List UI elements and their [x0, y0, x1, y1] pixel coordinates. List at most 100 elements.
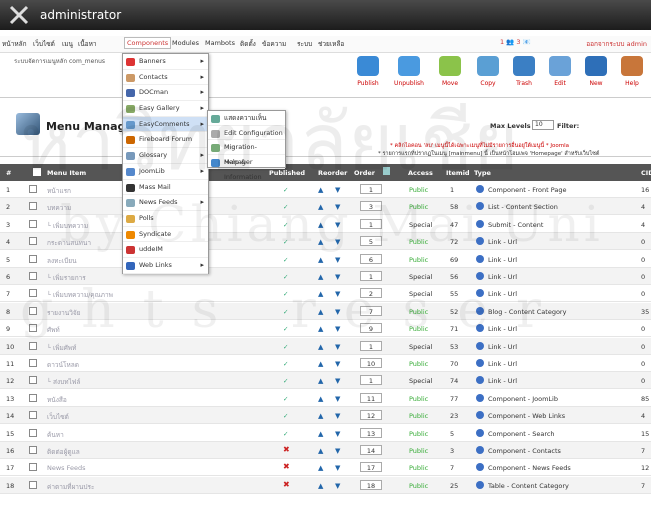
row-checkbox[interactable] — [29, 254, 37, 263]
order-input[interactable]: 6 — [360, 253, 382, 264]
row-checkbox[interactable] — [29, 446, 37, 454]
menu-item-link[interactable]: หนังสือ — [47, 395, 67, 405]
access-link[interactable]: Public — [409, 447, 428, 455]
row-checkbox[interactable] — [29, 359, 37, 367]
order-input[interactable]: 17 — [360, 462, 382, 473]
logout-link[interactable]: ออกจากระบบ admin — [586, 39, 647, 49]
new-button[interactable]: New — [580, 56, 612, 87]
cid: 0 — [641, 238, 646, 247]
menu-item-link[interactable]: ดาวน์โหลด — [47, 360, 79, 370]
move-up-icon[interactable]: ▲ — [318, 412, 323, 420]
order-input[interactable]: 14 — [360, 445, 382, 455]
move-down-icon[interactable]: ▼ — [335, 256, 340, 264]
menu-item-link[interactable]: News Feeds — [47, 464, 86, 472]
move-down-icon[interactable]: ▼ — [335, 447, 340, 455]
row-checkbox[interactable] — [29, 411, 37, 420]
move-down-icon[interactable]: ▼ — [335, 343, 340, 351]
menu-item-link[interactable]: └ เพิ่มศัพท์ — [47, 343, 76, 353]
order-input[interactable]: 12 — [360, 410, 382, 421]
move-up-icon[interactable]: ▲ — [318, 256, 323, 264]
move-up-icon[interactable]: ▲ — [318, 343, 323, 351]
published-icon[interactable]: ✓ — [283, 377, 288, 385]
edit-button[interactable]: Edit — [544, 56, 576, 87]
new-icon — [585, 56, 607, 76]
move-up-icon[interactable]: ▲ — [318, 360, 323, 368]
access-link[interactable]: Public — [409, 395, 428, 403]
move-down-icon[interactable]: ▼ — [335, 430, 340, 438]
menu-components[interactable]: Components — [124, 37, 172, 49]
move-down-icon[interactable]: ▼ — [335, 412, 340, 420]
comp-banners[interactable]: Banners ▸ — [123, 54, 208, 70]
menu-item-link[interactable]: ลงทะเบียน — [47, 256, 77, 266]
access-link[interactable]: Public — [409, 482, 428, 490]
unpublished-icon[interactable]: ✖ — [283, 462, 290, 471]
order-input[interactable]: 1 — [360, 340, 382, 351]
menu-item-link[interactable]: ค่าตามที่ผานประ — [47, 482, 94, 492]
row-checkbox[interactable] — [29, 219, 37, 228]
max-levels-select[interactable]: 10 — [532, 120, 554, 130]
published-icon[interactable]: ✓ — [283, 256, 288, 264]
access-link[interactable]: Public — [409, 412, 428, 420]
menu-messages[interactable]: ข้อความ — [262, 39, 286, 49]
published-icon[interactable]: ✓ — [283, 360, 288, 368]
row-checkbox[interactable] — [29, 272, 37, 280]
menu-content[interactable]: เนื้อหา — [78, 39, 97, 49]
published-icon[interactable]: ✓ — [283, 343, 288, 351]
menu-menus[interactable]: เมนู — [62, 39, 73, 49]
move-down-icon[interactable]: ▼ — [335, 482, 340, 490]
order-input[interactable]: 11 — [360, 392, 382, 403]
menu-item-link[interactable]: ค้นหา — [47, 430, 64, 440]
access-link[interactable]: Special — [409, 343, 432, 351]
order-input[interactable]: 13 — [360, 427, 382, 438]
move-up-icon[interactable]: ▲ — [318, 395, 323, 403]
published-icon[interactable]: ✓ — [283, 412, 288, 420]
row-checkbox[interactable] — [29, 341, 37, 350]
row-checkbox[interactable] — [29, 393, 37, 402]
move-up-icon[interactable]: ▲ — [318, 447, 323, 455]
info-icon — [476, 376, 484, 385]
published-icon[interactable]: ✓ — [283, 395, 288, 403]
row-number: 15 — [6, 429, 15, 438]
menu-item-link[interactable]: └ ส่งบทไฟล์ — [47, 377, 80, 387]
menu-item-link[interactable]: เว็บไซต์ — [47, 412, 69, 422]
access-link[interactable]: Special — [409, 377, 432, 385]
order-input[interactable]: 18 — [360, 479, 382, 490]
row-checkbox[interactable] — [29, 428, 37, 437]
move-down-icon[interactable]: ▼ — [335, 360, 340, 368]
menu-modules[interactable]: Modules — [172, 39, 199, 47]
menu-item-link[interactable]: ติดต่อผู้ดูแล — [47, 447, 80, 457]
order-input[interactable]: 1 — [360, 375, 382, 386]
menu-install[interactable]: ติดตั้ง — [240, 39, 256, 49]
move-up-icon[interactable]: ▲ — [318, 430, 323, 438]
publish-icon — [357, 56, 379, 76]
move-down-icon[interactable]: ▼ — [335, 464, 340, 472]
access-link[interactable]: Public — [409, 256, 428, 264]
menu-site[interactable]: เว็บไซต์ — [33, 39, 55, 49]
move-up-icon[interactable]: ▲ — [318, 464, 323, 472]
published-icon[interactable]: ✓ — [283, 430, 288, 438]
move-up-icon[interactable]: ▲ — [318, 377, 323, 385]
unpublished-icon[interactable]: ✖ — [283, 445, 290, 454]
access-link[interactable]: Public — [409, 430, 428, 438]
move-down-icon[interactable]: ▼ — [335, 395, 340, 403]
comp-weblinks[interactable]: Web Links ▸ — [123, 258, 208, 274]
cid: 4 — [641, 412, 646, 421]
row-checkbox[interactable] — [29, 237, 37, 246]
info-icon — [476, 446, 484, 454]
move-down-icon[interactable]: ▼ — [335, 377, 340, 385]
menu-mambots[interactable]: Mambots — [205, 39, 235, 47]
menu-system[interactable]: ระบบ — [297, 39, 312, 49]
menu-home[interactable]: หน้าหลัก — [2, 39, 27, 49]
row-checkbox[interactable] — [29, 463, 37, 472]
access-link[interactable]: Public — [409, 360, 428, 368]
help-button[interactable]: Help — [616, 56, 648, 87]
move-up-icon[interactable]: ▲ — [318, 482, 323, 490]
cid: 0 — [641, 273, 646, 281]
row-checkbox[interactable] — [29, 480, 37, 489]
unpublished-icon[interactable]: ✖ — [283, 480, 290, 489]
access-link[interactable]: Public — [409, 464, 428, 472]
row-checkbox[interactable] — [29, 376, 37, 385]
order-input[interactable]: 10 — [360, 358, 382, 368]
menu-help[interactable]: ช่วยเหลือ — [318, 39, 344, 49]
menu-type: Link - Url — [488, 360, 518, 368]
